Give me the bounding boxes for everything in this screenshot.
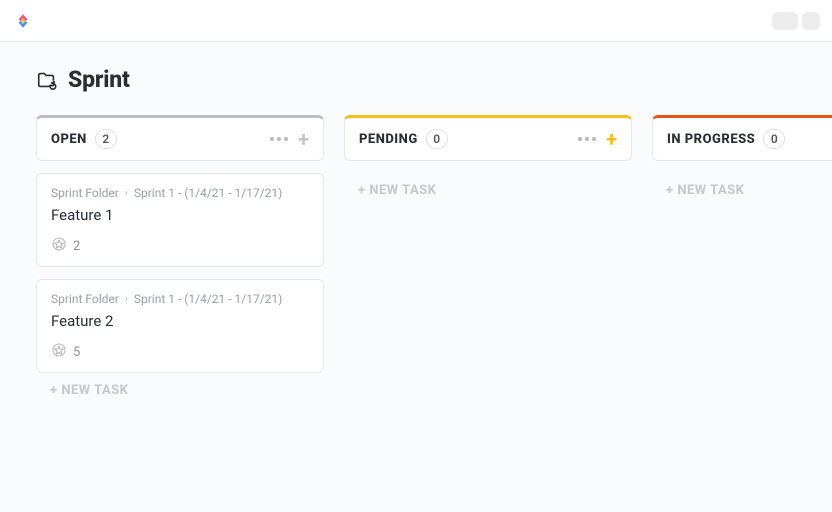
topbar-placeholder (772, 12, 798, 30)
topbar (0, 0, 832, 42)
points-icon (51, 342, 67, 362)
task-card[interactable]: Sprint Folder › Sprint 1 - (1/4/21 - 1/1… (36, 279, 324, 373)
card-title: Feature 2 (51, 312, 309, 330)
breadcrumb-sprint: Sprint 1 - (1/4/21 - 1/17/21) (134, 186, 282, 200)
column-label: OPEN (51, 132, 87, 147)
new-task-button[interactable]: + NEW TASK (36, 373, 324, 408)
column-in-progress: IN PROGRESS 0 + NEW TASK (652, 115, 832, 408)
card-points: 5 (51, 342, 309, 362)
column-pending: PENDING 0 + + NEW TASK (344, 115, 632, 408)
add-task-icon[interactable]: + (606, 129, 617, 149)
column-header-in-progress[interactable]: IN PROGRESS 0 (652, 115, 832, 161)
column-label: PENDING (359, 132, 418, 147)
card-breadcrumb: Sprint Folder › Sprint 1 - (1/4/21 - 1/1… (51, 186, 309, 200)
column-open: OPEN 2 + Sprint Folder › Sprint 1 - (1/4… (36, 115, 324, 408)
column-actions: + (578, 129, 617, 149)
card-title: Feature 1 (51, 206, 309, 224)
more-icon[interactable] (578, 137, 596, 141)
points-value: 2 (73, 239, 80, 254)
points-value: 5 (73, 345, 80, 360)
cards-open: Sprint Folder › Sprint 1 - (1/4/21 - 1/1… (36, 173, 324, 373)
sprint-folder-icon (36, 69, 58, 91)
topbar-placeholder (802, 12, 820, 30)
breadcrumb-folder: Sprint Folder (51, 186, 119, 200)
new-task-button[interactable]: + NEW TASK (652, 173, 832, 208)
breadcrumb-folder: Sprint Folder (51, 292, 119, 306)
more-icon[interactable] (270, 137, 288, 141)
content: Sprint OPEN 2 + Sprint Folder › (0, 42, 832, 512)
board: OPEN 2 + Sprint Folder › Sprint 1 - (1/4… (36, 115, 832, 408)
column-header-open[interactable]: OPEN 2 + (36, 115, 324, 161)
column-actions: + (270, 129, 309, 149)
chevron-right-icon: › (125, 294, 128, 305)
topbar-right (772, 12, 820, 30)
column-count-badge: 0 (426, 129, 448, 149)
column-label: IN PROGRESS (667, 132, 755, 147)
column-count-badge: 0 (763, 129, 785, 149)
column-header-pending[interactable]: PENDING 0 + (344, 115, 632, 161)
card-breadcrumb: Sprint Folder › Sprint 1 - (1/4/21 - 1/1… (51, 292, 309, 306)
page-title: Sprint (68, 66, 130, 93)
column-count-badge: 2 (95, 129, 117, 149)
task-card[interactable]: Sprint Folder › Sprint 1 - (1/4/21 - 1/1… (36, 173, 324, 267)
new-task-button[interactable]: + NEW TASK (344, 173, 632, 208)
breadcrumb-sprint: Sprint 1 - (1/4/21 - 1/17/21) (134, 292, 282, 306)
chevron-right-icon: › (125, 188, 128, 199)
points-icon (51, 236, 67, 256)
page-title-row: Sprint (36, 66, 832, 93)
card-points: 2 (51, 236, 309, 256)
add-task-icon[interactable]: + (298, 129, 309, 149)
app-logo-icon (14, 12, 32, 30)
